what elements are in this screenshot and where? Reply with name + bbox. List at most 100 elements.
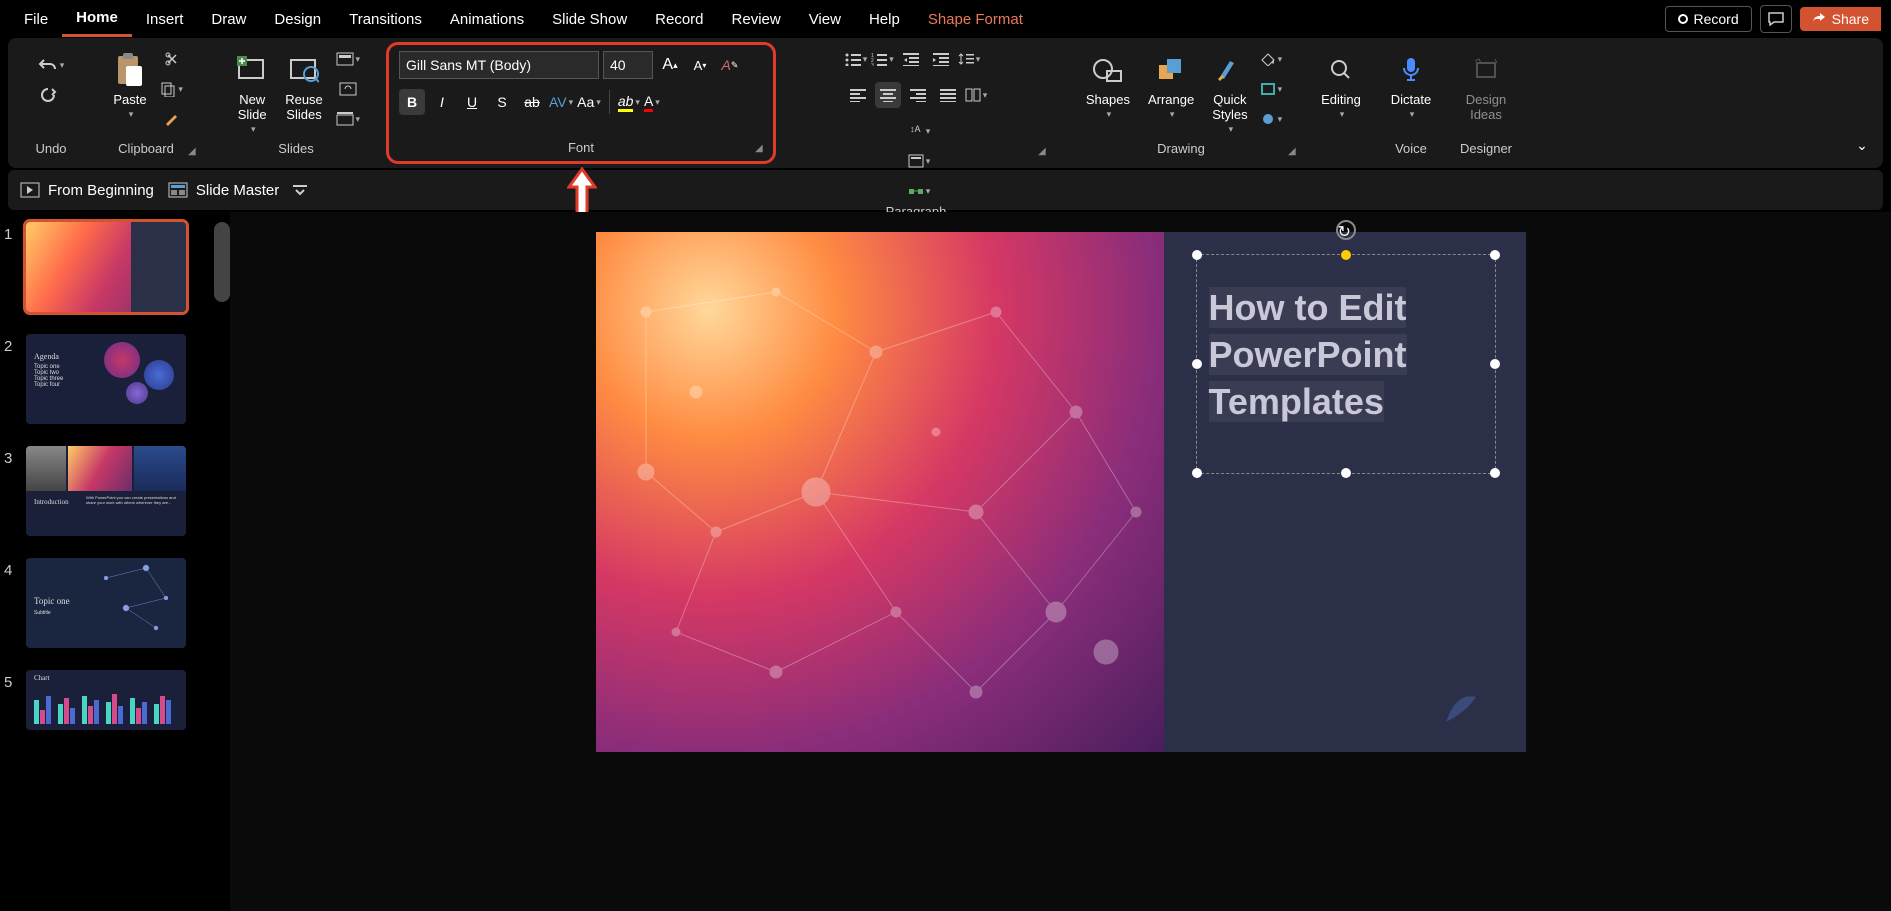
new-slide-button[interactable]: New Slide ▾ [231, 46, 273, 139]
dialog-launcher[interactable]: ◢ [188, 146, 202, 160]
strikethrough-button[interactable]: ab [519, 89, 545, 115]
bold-button[interactable]: B [399, 89, 425, 115]
editing-button[interactable]: Editing▾ [1315, 46, 1367, 124]
chevron-down-icon: ▾ [1229, 124, 1234, 135]
dialog-launcher[interactable]: ◢ [1288, 146, 1302, 160]
chevron-down-icon: ▾ [926, 156, 931, 167]
underline-button[interactable]: U [459, 89, 485, 115]
shape-outline-button[interactable]: ▾ [1260, 76, 1283, 102]
tab-file[interactable]: File [10, 3, 62, 36]
tab-help[interactable]: Help [855, 3, 914, 36]
shadow-button[interactable]: S [489, 89, 515, 115]
chevron-down-icon: ▾ [356, 54, 361, 65]
arrange-button[interactable]: Arrange▾ [1142, 46, 1200, 124]
slide-thumbnail-1[interactable]: How to Edit PowerPoint Templates [26, 222, 186, 312]
columns-button[interactable]: ▾ [965, 82, 988, 108]
dialog-launcher[interactable]: ◢ [755, 143, 769, 157]
rotate-handle[interactable]: ↻ [1336, 220, 1356, 240]
align-center-button[interactable] [875, 82, 901, 108]
font-name-input[interactable] [399, 51, 599, 79]
tab-slideshow[interactable]: Slide Show [538, 3, 641, 36]
paste-button[interactable]: Paste ▾ [107, 46, 152, 124]
increase-font-button[interactable]: A▴ [657, 52, 683, 78]
tab-shape-format[interactable]: Shape Format [914, 3, 1037, 36]
collapse-ribbon-button[interactable]: ⌄ [1849, 132, 1875, 158]
resize-handle[interactable] [1192, 468, 1202, 478]
shapes-button[interactable]: Shapes▾ [1080, 46, 1136, 124]
resize-handle[interactable] [1192, 250, 1202, 260]
change-case-button[interactable]: Aa▾ [577, 89, 601, 115]
record-label: Record [1694, 11, 1739, 27]
font-color-button[interactable]: A▾ [644, 89, 660, 115]
slide-thumbnail-3[interactable]: Introduction With PowerPoint you can cre… [26, 446, 186, 536]
customize-qat-button[interactable] [293, 184, 307, 196]
align-text-button[interactable]: ▾ [908, 148, 931, 174]
cut-button[interactable] [159, 46, 185, 72]
tab-home[interactable]: Home [62, 1, 132, 37]
smartart-button[interactable]: ▾ [908, 178, 931, 204]
align-center-icon [880, 88, 896, 102]
decrease-font-button[interactable]: A▾ [687, 52, 713, 78]
resize-handle[interactable] [1341, 468, 1351, 478]
title-text[interactable]: How to Edit PowerPoint Templates [1197, 255, 1495, 455]
group-label: Font [568, 140, 594, 159]
slide-canvas[interactable]: ↻ How to Edit PowerPoint Templates [596, 232, 1526, 752]
dialog-launcher[interactable]: ◢ [1038, 146, 1052, 160]
slide-thumbnail-2[interactable]: Agenda Topic oneTopic twoTopic threeTopi… [26, 334, 186, 424]
undo-button[interactable]: ▾ [38, 52, 65, 78]
italic-button[interactable]: I [429, 89, 455, 115]
clear-formatting-button[interactable]: A✎ [717, 52, 743, 78]
resize-handle[interactable] [1341, 250, 1351, 260]
numbering-button[interactable]: 123▾ [871, 46, 894, 72]
decrease-indent-button[interactable] [898, 46, 924, 72]
section-button[interactable]: ▾ [335, 106, 361, 132]
resize-handle[interactable] [1490, 468, 1500, 478]
resize-handle[interactable] [1490, 250, 1500, 260]
scrollbar[interactable] [214, 222, 230, 302]
slide-thumbnail-5[interactable]: Chart [26, 670, 186, 730]
slide-canvas-area[interactable]: ↻ How to Edit PowerPoint Templates [230, 212, 1891, 911]
resize-handle[interactable] [1192, 359, 1202, 369]
play-from-start-icon [20, 182, 40, 198]
tab-record[interactable]: Record [641, 3, 717, 36]
redo-icon [41, 87, 61, 103]
tab-review[interactable]: Review [718, 3, 795, 36]
align-right-button[interactable] [905, 82, 931, 108]
tab-transitions[interactable]: Transitions [335, 3, 436, 36]
slide-master-button[interactable]: Slide Master [168, 182, 279, 199]
share-button[interactable]: Share [1800, 7, 1881, 31]
tab-design[interactable]: Design [260, 3, 335, 36]
bullets-button[interactable]: ▾ [845, 46, 868, 72]
slide-thumbnail-4[interactable]: Topic one Subtitle [26, 558, 186, 648]
resize-handle[interactable] [1490, 359, 1500, 369]
comments-button[interactable] [1760, 5, 1792, 33]
quick-styles-button[interactable]: Quick Styles▾ [1206, 46, 1253, 139]
layout-button[interactable]: ▾ [335, 46, 361, 72]
format-painter-button[interactable] [159, 106, 185, 132]
highlight-button[interactable]: ab▾ [618, 89, 640, 115]
shape-fill-button[interactable]: ▾ [1260, 46, 1283, 72]
shape-effects-button[interactable]: ▾ [1260, 106, 1283, 132]
copy-button[interactable]: ▾ [159, 76, 185, 102]
tab-draw[interactable]: Draw [197, 3, 260, 36]
undo-icon [38, 57, 58, 73]
tab-view[interactable]: View [795, 3, 855, 36]
increase-indent-button[interactable] [928, 46, 954, 72]
justify-button[interactable] [935, 82, 961, 108]
record-button[interactable]: Record [1665, 6, 1752, 32]
reuse-slides-button[interactable]: Reuse Slides [279, 46, 329, 126]
align-left-button[interactable] [845, 82, 871, 108]
text-direction-button[interactable]: ↕A▾ [908, 118, 931, 144]
tab-insert[interactable]: Insert [132, 3, 198, 36]
font-size-input[interactable] [603, 51, 653, 79]
redo-button[interactable] [38, 82, 64, 108]
char-spacing-button[interactable]: AV▾ [549, 89, 573, 115]
from-beginning-button[interactable]: From Beginning [20, 182, 154, 199]
line-spacing-button[interactable]: ▾ [958, 46, 981, 72]
title-text-box[interactable]: ↻ How to Edit PowerPoint Templates [1196, 254, 1496, 474]
slide-thumbnails-panel[interactable]: 1 How to Edit PowerPoint Templates 2 Age… [0, 212, 230, 911]
reset-button[interactable] [335, 76, 361, 102]
tab-animations[interactable]: Animations [436, 3, 538, 36]
design-ideas-button[interactable]: Design Ideas [1460, 46, 1512, 126]
dictate-button[interactable]: Dictate▾ [1385, 46, 1437, 124]
